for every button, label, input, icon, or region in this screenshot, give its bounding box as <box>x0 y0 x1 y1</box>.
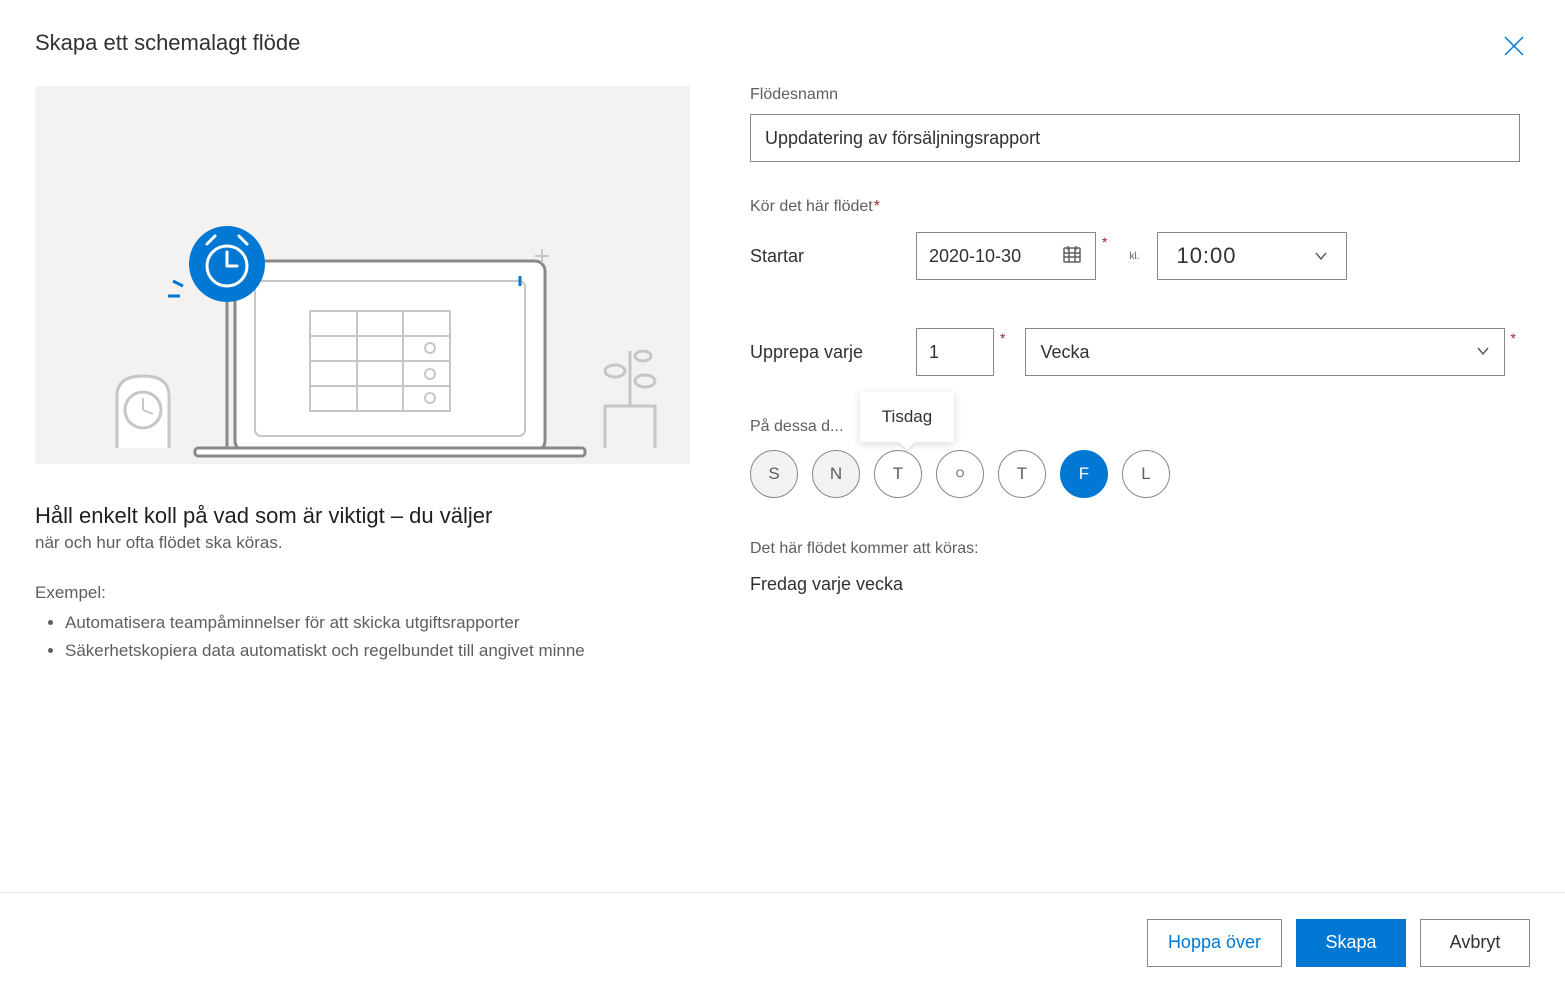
start-row: Startar 2020-10-30 * <box>750 232 1520 280</box>
calendar-icon <box>1061 243 1083 270</box>
repeat-count-value: 1 <box>929 342 939 363</box>
repeat-unit-select[interactable]: Vecka <box>1025 328 1504 376</box>
subhead: när och hur ofta flödet ska köras. <box>35 533 690 553</box>
skip-button[interactable]: Hoppa över <box>1147 919 1282 967</box>
run-flow-label: Kör det här flödet* <box>750 198 1520 216</box>
repeat-row: Upprepa varje 1 * Vecka * <box>750 328 1520 376</box>
day-saturday[interactable]: L <box>1122 450 1170 498</box>
day-tuesday[interactable]: T <box>874 450 922 498</box>
scheduled-flow-dialog: Skapa ett schemalagt flöde <box>0 0 1565 788</box>
kl-label: kl. <box>1129 251 1139 262</box>
schedule-summary-label: Det här flödet kommer att köras: <box>750 540 1520 558</box>
required-mark: * <box>874 198 880 215</box>
headline: Håll enkelt koll på vad som är viktigt –… <box>35 502 690 531</box>
day-sunday[interactable]: S <box>750 450 798 498</box>
day-tooltip: Tisdag <box>860 392 954 442</box>
flow-name-input[interactable] <box>750 114 1520 162</box>
intro-text: Håll enkelt koll på vad som är viktigt –… <box>35 502 690 666</box>
start-time-select[interactable]: 10:00 <box>1157 232 1347 280</box>
days-row: Tisdag S N T O T F L <box>750 450 1520 498</box>
close-icon <box>1503 35 1525 62</box>
repeat-label: Upprepa varje <box>750 342 900 363</box>
create-button[interactable]: Skapa <box>1296 919 1406 967</box>
repeat-unit-value: Vecka <box>1040 342 1089 363</box>
examples-label: Exempel: <box>35 583 690 603</box>
start-date-value: 2020-10-30 <box>929 246 1021 267</box>
repeat-count-input[interactable]: 1 <box>916 328 994 376</box>
example-item: Säkerhetskopiera data automatiskt och re… <box>65 637 690 666</box>
left-column: Håll enkelt koll på vad som är viktigt –… <box>35 86 690 666</box>
dialog-footer: Hoppa över Skapa Avbryt <box>0 892 1565 992</box>
start-time-value: 10:00 <box>1176 243 1236 269</box>
start-date-picker[interactable]: 2020-10-30 <box>916 232 1096 280</box>
chevron-down-icon <box>1314 243 1328 269</box>
cancel-button[interactable]: Avbryt <box>1420 919 1530 967</box>
dialog-content: Håll enkelt koll på vad som är viktigt –… <box>35 86 1530 666</box>
flow-name-label: Flödesnamn <box>750 86 1520 104</box>
right-column: Flödesnamn Kör det här flödet* Startar 2… <box>750 86 1530 666</box>
day-wednesday[interactable]: O <box>936 450 984 498</box>
required-mark: * <box>1000 328 1005 346</box>
day-thursday[interactable]: T <box>998 450 1046 498</box>
close-button[interactable] <box>1498 32 1530 64</box>
dialog-title: Skapa ett schemalagt flöde <box>35 30 1530 56</box>
required-mark: * <box>1511 328 1516 346</box>
day-monday[interactable]: N <box>812 450 860 498</box>
illustration <box>35 86 690 464</box>
start-label: Startar <box>750 246 900 267</box>
day-friday[interactable]: F <box>1060 450 1108 498</box>
example-item: Automatisera teampåminnelser för att ski… <box>65 609 690 638</box>
examples-list: Automatisera teampåminnelser för att ski… <box>35 609 690 667</box>
schedule-summary-value: Fredag varje vecka <box>750 574 1520 595</box>
required-mark: * <box>1102 232 1107 250</box>
chevron-down-icon <box>1476 342 1490 363</box>
